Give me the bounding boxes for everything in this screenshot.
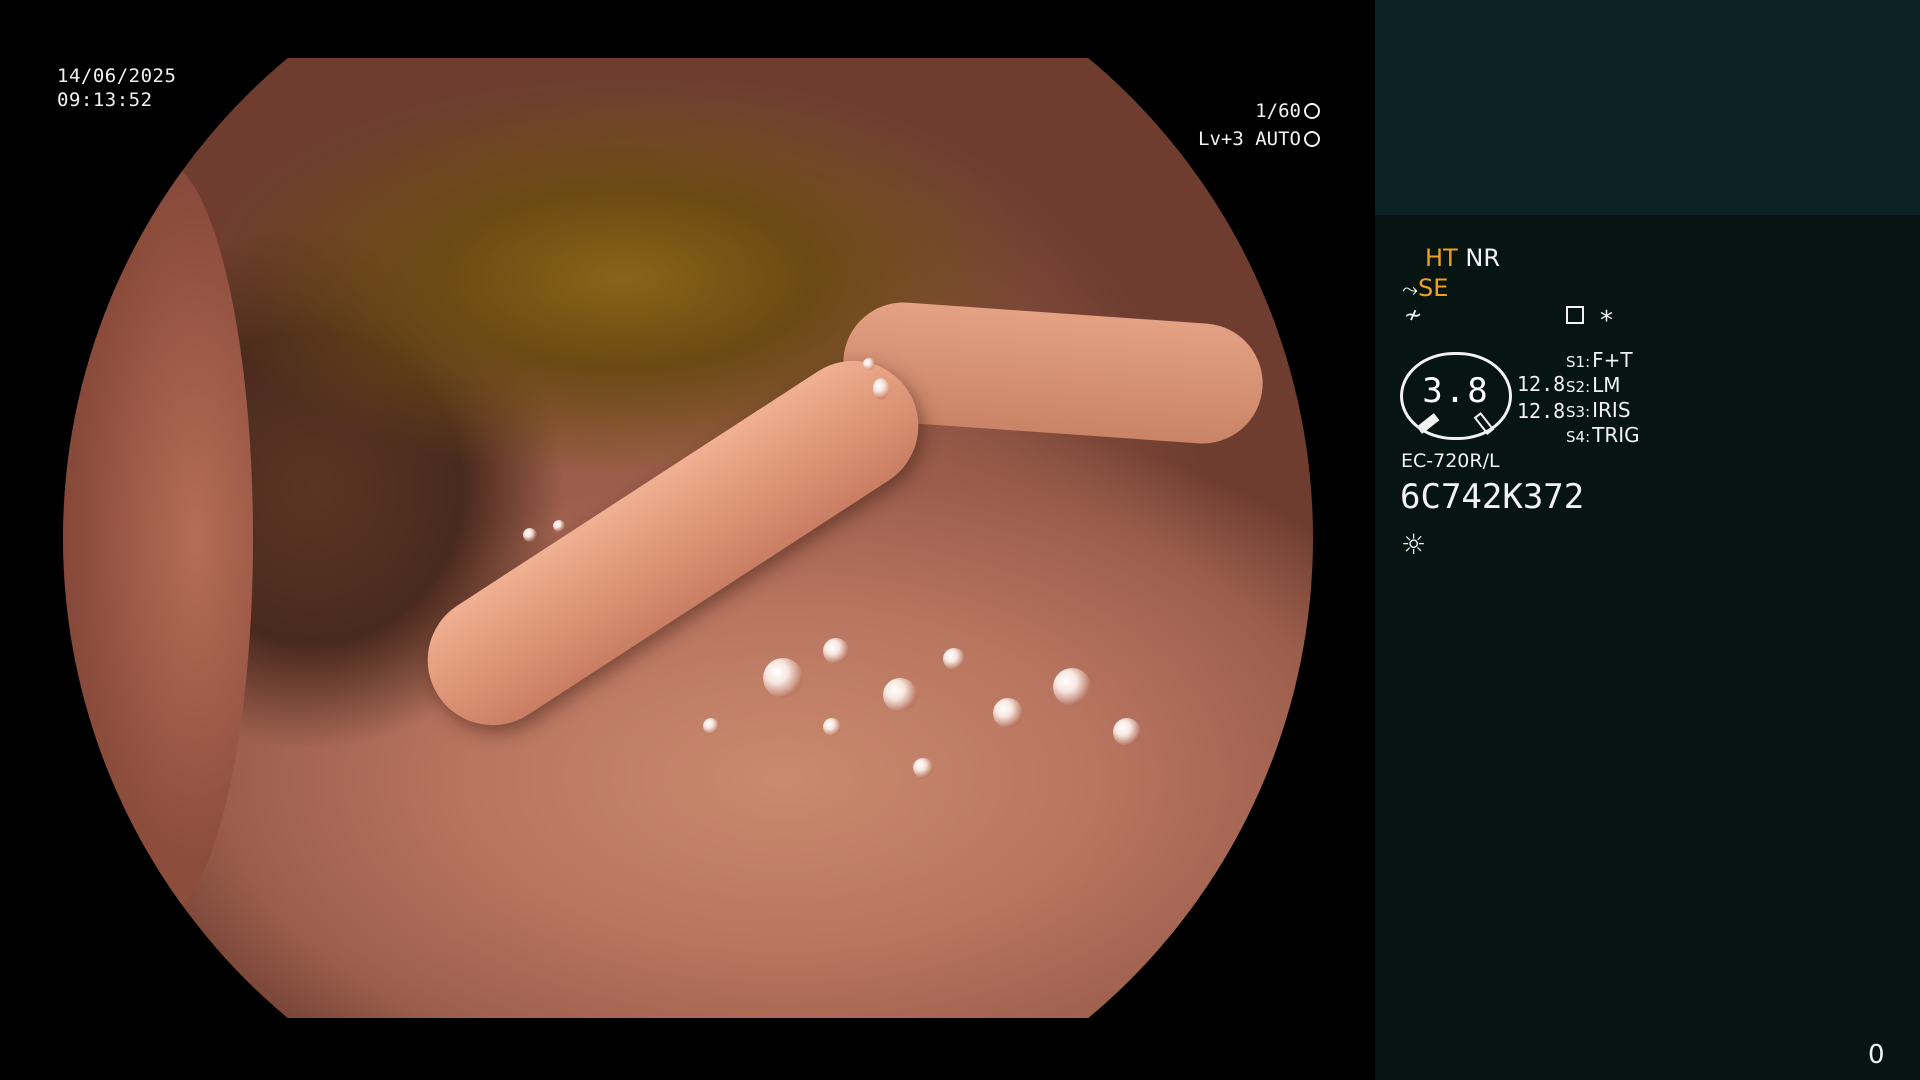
bubble: [823, 718, 841, 736]
light-icon: ☼: [1401, 528, 1427, 561]
endoscope-image: [63, 58, 1313, 1018]
gauge-value: 3.8: [1422, 371, 1490, 411]
scope-model: EC-720R/L: [1401, 450, 1500, 472]
shutter-icon: [1304, 103, 1320, 119]
shutter-value: 1/60: [1255, 100, 1301, 122]
setting-s1: S1: F+T: [1566, 348, 1633, 372]
info-panel-header: [1375, 0, 1920, 215]
bubble: [1113, 718, 1141, 746]
bubble: [913, 758, 933, 778]
gauge: 3.8: [1400, 352, 1512, 440]
mucosal-fold: [402, 335, 944, 751]
exposure-readout: Lv+3 AUTO: [1140, 128, 1320, 150]
setting-s2: S2: LM: [1566, 373, 1621, 397]
bubble: [823, 638, 849, 664]
bubble: [883, 678, 917, 712]
scope-icon: ⤳: [1402, 277, 1418, 301]
auto-exposure-icon: [1304, 131, 1320, 147]
star-mark: *: [1600, 306, 1613, 336]
setting-key: S2:: [1566, 378, 1591, 396]
se-label: SE: [1418, 274, 1449, 302]
setting-s4: S4: TRIG: [1566, 423, 1640, 447]
bubble: [553, 520, 565, 532]
setting-key: S3:: [1566, 403, 1591, 421]
bubble: [993, 698, 1023, 728]
bubble: [763, 658, 803, 698]
gauge-needle-filled: [1416, 413, 1440, 434]
setting-value: F+T: [1592, 348, 1633, 372]
bubble: [1053, 668, 1091, 706]
menu-icon: [1566, 306, 1584, 329]
bubble: [863, 358, 875, 370]
setting-value: TRIG: [1592, 423, 1640, 447]
mode-row: HT NR: [1425, 244, 1500, 272]
bubble: [523, 528, 537, 542]
mode-ht: HT: [1425, 244, 1458, 272]
bubble: [703, 718, 719, 734]
bubble: [943, 648, 965, 670]
setting-key: S4:: [1566, 428, 1591, 446]
setting-key: S1:: [1566, 353, 1591, 371]
setting-s3: S3: IRIS: [1566, 398, 1631, 422]
frame-counter: 0: [1868, 1040, 1885, 1070]
se-row: ⤳SE: [1402, 274, 1448, 302]
date-readout: 14/06/2025: [57, 65, 177, 87]
scope-serial: 6C742K372: [1400, 477, 1585, 517]
exposure-value: Lv+3 AUTO: [1198, 128, 1301, 150]
gauge-needle-outline: [1473, 412, 1495, 435]
mode-nr: NR: [1465, 244, 1500, 272]
side-value-2: 12.8: [1517, 399, 1566, 423]
setting-value: LM: [1592, 373, 1621, 397]
info-panel: [1375, 0, 1920, 1080]
time-readout: 09:13:52: [57, 89, 153, 111]
shutter-readout: 1/60: [1180, 100, 1320, 122]
enhance-icon: ≁: [1404, 303, 1423, 328]
side-value-1: 12.8: [1517, 372, 1566, 396]
bubble: [873, 378, 889, 400]
setting-value: IRIS: [1592, 398, 1631, 422]
